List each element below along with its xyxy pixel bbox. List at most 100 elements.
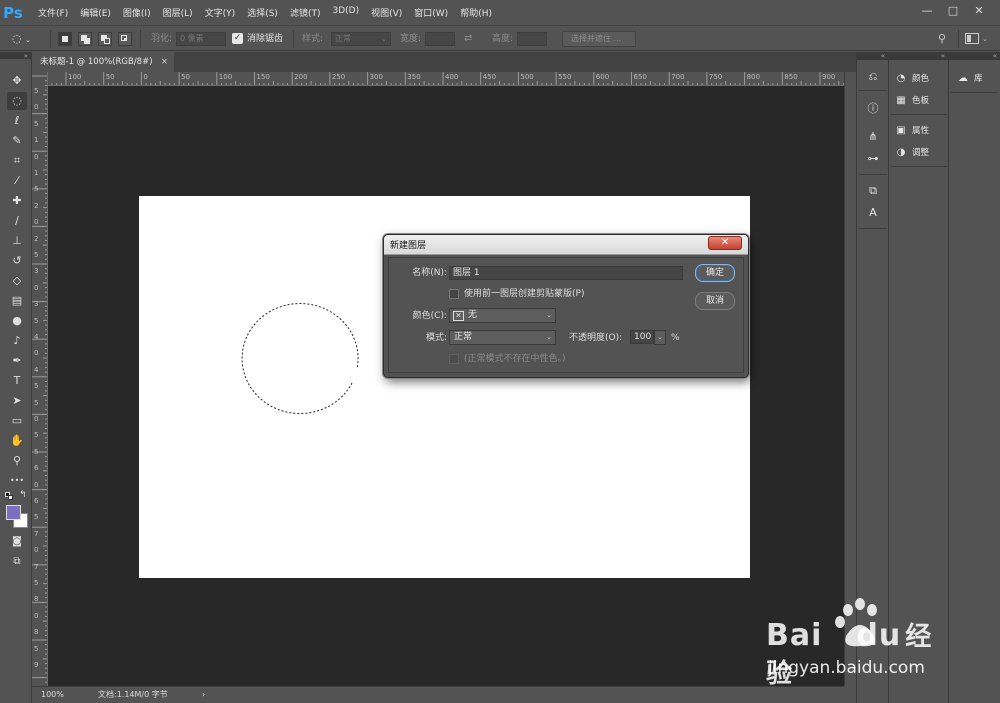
- menu-item[interactable]: 滤镜(T): [284, 6, 327, 19]
- feather-label: 羽化:: [151, 34, 173, 44]
- blur-tool-icon[interactable]: ●: [7, 312, 27, 330]
- antialias-checkbox[interactable]: ✓: [232, 33, 243, 44]
- maximize-button[interactable]: □: [942, 3, 964, 19]
- toolbar-collapse-handle[interactable]: »: [0, 52, 31, 60]
- foreground-color-swatch[interactable]: [6, 505, 21, 520]
- zoom-tool-icon[interactable]: ⚲: [7, 452, 27, 470]
- width-input[interactable]: [425, 32, 455, 46]
- menu-item[interactable]: 选择(S): [241, 6, 284, 19]
- menu-item[interactable]: 图像(I): [117, 6, 157, 19]
- ruler-label: 0: [34, 415, 39, 423]
- crop-tool-icon[interactable]: ⌗: [7, 152, 27, 170]
- vertical-ruler[interactable]: 505101520253035404550556065707580859: [32, 72, 48, 686]
- more-tools-icon[interactable]: •••: [7, 472, 27, 490]
- dock-collapse-handle[interactable]: «: [949, 52, 1000, 60]
- dock-collapse-handle[interactable]: «: [889, 52, 948, 60]
- blend-mode-select[interactable]: 正常 ⌄: [449, 330, 556, 345]
- chevron-down-icon: ⌄: [546, 311, 552, 319]
- quick-mask-icon[interactable]: ◙: [7, 533, 27, 551]
- swap-colors-icon[interactable]: ↰: [19, 490, 27, 500]
- rectangle-tool-icon[interactable]: ▭: [7, 412, 27, 430]
- select-and-mask-button[interactable]: 选择并遮住 ...: [562, 31, 636, 47]
- style-select[interactable]: 正常 ⌄: [331, 32, 391, 46]
- feather-input[interactable]: 0 像素: [176, 32, 226, 46]
- menu-item[interactable]: 文字(Y): [199, 6, 242, 19]
- canvas-workspace[interactable]: [48, 86, 844, 686]
- dodge-tool-icon[interactable]: ♪: [7, 332, 27, 350]
- gradient-tool-icon[interactable]: ▤: [7, 292, 27, 310]
- workspace-icon[interactable]: [965, 33, 979, 44]
- close-window-button[interactable]: ✕: [968, 3, 990, 19]
- ruler-label: 5: [34, 447, 39, 456]
- info-panel-icon[interactable]: ⓘ: [864, 100, 882, 118]
- layer-name-input[interactable]: 图层 1: [449, 266, 683, 280]
- eraser-tool-icon[interactable]: ◇: [7, 272, 27, 290]
- cancel-button[interactable]: 取消: [695, 292, 735, 310]
- ok-button[interactable]: 确定: [695, 264, 735, 282]
- hand-tool-icon[interactable]: ✋: [7, 432, 27, 450]
- minimize-button[interactable]: —: [916, 3, 938, 19]
- panel-swatches[interactable]: ▦ 色板: [893, 90, 945, 110]
- panel-color[interactable]: ◔ 颜色: [893, 68, 945, 88]
- dialog-close-button[interactable]: ✕: [708, 236, 742, 250]
- menu-item[interactable]: 3D(D): [326, 6, 365, 19]
- screen-mode-icon[interactable]: ⧉: [7, 553, 27, 571]
- menu-item[interactable]: 编辑(E): [74, 6, 117, 19]
- menu-item[interactable]: 帮助(H): [454, 6, 498, 19]
- ruler-label: 500: [520, 73, 534, 81]
- clone-stamp-tool-icon[interactable]: ⊥: [7, 232, 27, 250]
- clipping-mask-checkbox[interactable]: [449, 289, 459, 299]
- new-selection-button[interactable]: [58, 32, 72, 46]
- cloud-library-icon: ☁: [958, 72, 968, 84]
- strip-collapse-handle[interactable]: «: [857, 52, 888, 60]
- vertical-scrollbar[interactable]: [844, 72, 856, 686]
- ruler-label: 0: [34, 546, 39, 555]
- tool-preset-picker[interactable]: ◌ ⌄: [12, 32, 42, 46]
- dialog-titlebar[interactable]: 新建图层 ✕: [384, 235, 748, 255]
- ruler-label: 400: [445, 73, 459, 81]
- opacity-input[interactable]: 100: [630, 330, 654, 344]
- close-tab-icon[interactable]: ×: [161, 52, 168, 72]
- move-tool-icon[interactable]: ✥: [7, 72, 27, 90]
- panel-properties[interactable]: ▣ 属性: [893, 120, 945, 140]
- search-icon[interactable]: ⚲: [938, 32, 946, 46]
- add-to-selection-button[interactable]: [78, 32, 92, 46]
- menu-item[interactable]: 窗口(W): [408, 6, 454, 19]
- horizontal-ruler[interactable]: 100 50 0 50 100 150 200 250 300 350 400 450 500 550 60…: [48, 72, 844, 86]
- eyedropper-tool-icon[interactable]: ⁄: [7, 172, 27, 190]
- status-menu-arrow[interactable]: ›: [202, 687, 205, 702]
- pen-tool-icon[interactable]: ✒: [7, 352, 27, 370]
- ruler-label: 100: [218, 73, 233, 81]
- ruler-label: 350: [407, 73, 421, 81]
- swap-dimensions-icon[interactable]: ⇄: [464, 32, 472, 46]
- path-selection-tool-icon[interactable]: ➤: [7, 392, 27, 410]
- history-panel-icon[interactable]: ⎌: [864, 68, 882, 86]
- character-panel-icon[interactable]: A: [864, 204, 882, 222]
- clone-source-panel-icon[interactable]: ⧉: [864, 182, 882, 200]
- brush-tool-icon[interactable]: ∕: [7, 212, 27, 230]
- adjust-panel-icon[interactable]: ⊶: [864, 150, 882, 168]
- menu-item[interactable]: 视图(V): [365, 6, 408, 19]
- lasso-tool-icon[interactable]: ℓ: [7, 112, 27, 130]
- chevron-down-icon[interactable]: ⌄: [982, 32, 988, 46]
- opacity-slider-toggle[interactable]: ⌄: [654, 330, 666, 345]
- color-panel-icon: ◔: [896, 72, 906, 84]
- zoom-level[interactable]: 100%: [41, 687, 64, 702]
- panel-library[interactable]: ☁ 库: [955, 68, 999, 88]
- subtract-from-selection-button[interactable]: [98, 32, 112, 46]
- history-brush-tool-icon[interactable]: ↺: [7, 252, 27, 270]
- elliptical-marquee-tool-icon[interactable]: ◌: [7, 92, 27, 110]
- menu-item[interactable]: 图层(L): [157, 6, 199, 19]
- neutral-color-checkbox: [449, 354, 459, 364]
- healing-brush-tool-icon[interactable]: ✚: [7, 192, 27, 210]
- intersect-selection-button[interactable]: [118, 32, 132, 46]
- brush-settings-panel-icon[interactable]: ⋔: [864, 128, 882, 146]
- quick-selection-tool-icon[interactable]: ✎: [7, 132, 27, 150]
- document-tab[interactable]: 未标题-1 @ 100%(RGB/8#) ×: [32, 52, 174, 72]
- layer-color-select[interactable]: ✕ 无 ⌄: [449, 308, 556, 323]
- panel-adjustments[interactable]: ◑ 调整: [893, 142, 945, 162]
- default-colors-icon[interactable]: [5, 492, 13, 500]
- type-tool-icon[interactable]: T: [7, 372, 27, 390]
- height-input[interactable]: [517, 32, 547, 46]
- menu-item[interactable]: 文件(F): [32, 6, 74, 19]
